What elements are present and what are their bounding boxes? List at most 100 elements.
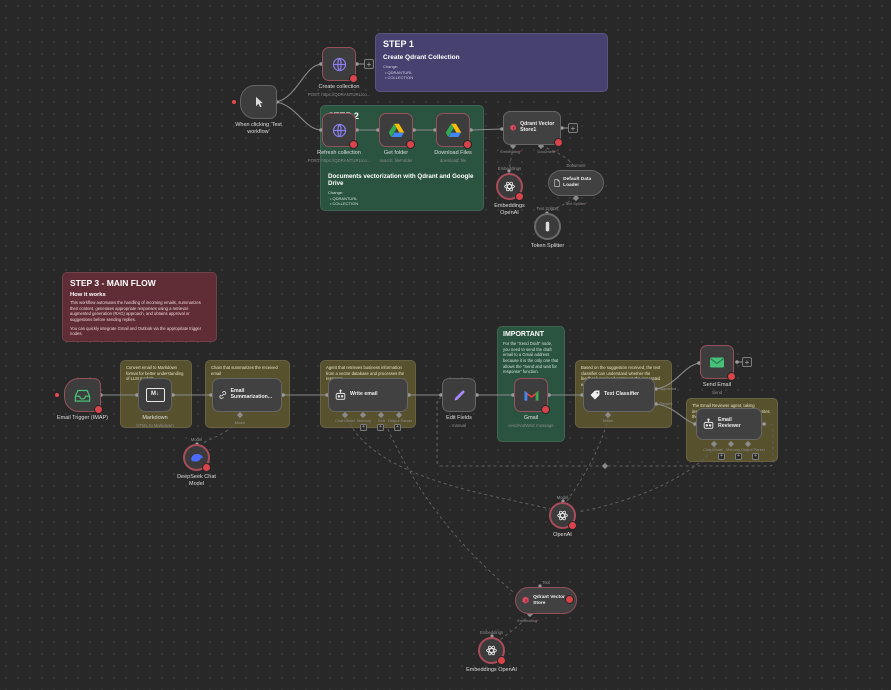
gmail-icon [523, 388, 540, 402]
output-label-rework: Rework [659, 401, 672, 406]
error-badge [497, 656, 506, 665]
connector-label-model: Model [603, 418, 614, 423]
connector-label-output-parser: Output Parser [741, 447, 765, 452]
node-label: Embeddings OpenAI [462, 667, 522, 674]
node-create-collection[interactable]: Create collectionPOST: https://QDRANTURL… [322, 47, 356, 81]
connector-label-tool: Tool [377, 418, 384, 423]
add-node-endpoint[interactable]: + [742, 357, 752, 367]
markdown-icon: M↓ [146, 388, 165, 402]
openai-icon [485, 644, 498, 657]
connector-label-memory: Memory [357, 418, 371, 423]
node-embeddings-openai-bottom[interactable]: Embeddings Embeddings OpenAI [478, 637, 505, 664]
error-badge [565, 595, 574, 604]
node-label: OpenAI [543, 532, 583, 539]
node-label: Download Filesdownload: file [420, 150, 486, 163]
add-subnode-endpoint[interactable]: + [735, 453, 742, 460]
node-label: MarkdownHTML to Markdown [122, 415, 188, 428]
envelope-icon [709, 356, 725, 369]
error-badge [406, 140, 415, 149]
whale-icon [190, 452, 204, 463]
connector-label-embeddings: Embeddings [498, 166, 521, 171]
node-send-email[interactable]: Send EmailSend [700, 345, 734, 379]
add-subnode-endpoint[interactable]: + [377, 424, 384, 431]
openai-icon [503, 180, 516, 193]
node-openai[interactable]: Model OpenAI [549, 502, 576, 529]
node-token-splitter[interactable]: Text Splitter Token Splitter [534, 213, 561, 240]
connector-label-memory: Memory [726, 447, 740, 452]
robot-icon [334, 389, 347, 401]
node-write-email[interactable]: Write email [328, 378, 408, 412]
file-icon [554, 178, 560, 188]
node-label: Edit Fieldsmanual [426, 415, 492, 428]
node-label: Embeddings OpenAI [487, 203, 533, 217]
node-get-folder[interactable]: Get foldersearch: fileFolder [379, 113, 413, 147]
add-subnode-endpoint[interactable]: + [752, 453, 759, 460]
connector-label-chat-model: Chat Model [335, 418, 355, 423]
connector-label-embedding: Embedding* [500, 149, 521, 154]
connector-label-model: Model [191, 437, 202, 442]
node-embeddings-openai-top[interactable]: Embeddings Embeddings OpenAI [496, 173, 523, 200]
connector-label-embeddings: Embeddings [480, 630, 503, 635]
qdrant-icon [509, 122, 517, 134]
error-badge [349, 140, 358, 149]
error-badge [568, 521, 577, 530]
connector-label-output-parser: Output Parser [388, 418, 412, 423]
error-badge [349, 74, 358, 83]
node-download-files[interactable]: Download Filesdownload: file [436, 113, 470, 147]
node-default-data-loader[interactable]: Default Data Loader Document [548, 170, 604, 196]
node-edit-fields[interactable]: Edit Fieldsmanual [442, 378, 476, 412]
globe-icon [331, 56, 348, 73]
add-subnode-endpoint[interactable]: + [360, 424, 367, 431]
node-manual-trigger[interactable]: When clicking 'Test workflow' [240, 85, 277, 119]
node-qdrant-vector-store[interactable]: Qdrant Vector Store Tool [515, 587, 577, 614]
error-badge [541, 405, 550, 414]
connector-label-model: Model [557, 495, 568, 500]
node-qdrant-vector-store1[interactable]: Qdrant Vector Store1 [503, 111, 561, 145]
node-label: DeepSeek Chat Model [172, 474, 222, 488]
inbox-icon [74, 388, 91, 403]
add-subnode-endpoint[interactable]: + [394, 424, 401, 431]
n8n-workflow-canvas[interactable]: { "stickies": { "step1": {"title":"STEP … [0, 0, 891, 690]
output-label-approved: Approved [660, 386, 677, 391]
node-label: GmailsendAndWait: message [498, 415, 564, 428]
node-refresh-collection[interactable]: Refresh collectionPOST: https://QDRANTUR… [322, 113, 356, 147]
pencil-icon [452, 388, 467, 403]
node-gmail[interactable]: GmailsendAndWait: message [514, 378, 548, 412]
connector-label-text-splitter: Text Splitter* [565, 201, 587, 206]
node-text-classifier[interactable]: Text Classifier [583, 378, 655, 412]
node-label: Token Splitter [525, 243, 571, 250]
node-title: Write email [350, 392, 378, 398]
node-title: Default Data Loader [563, 177, 598, 188]
node-title: Text Classifier [604, 392, 639, 398]
error-badge [94, 405, 103, 414]
connector-label-document: Document [566, 163, 585, 168]
connector-label-tool: Tool [542, 580, 550, 585]
connections-layer [0, 0, 891, 690]
error-badge [554, 138, 563, 147]
openai-icon [556, 509, 569, 522]
robot-icon [702, 418, 715, 430]
node-email-summarization[interactable]: Email Summarization... [212, 378, 282, 412]
add-node-endpoint[interactable]: + [364, 59, 374, 69]
node-email-reviewer[interactable]: Email Reviewer [696, 408, 762, 440]
trigger-issue-dot [232, 100, 236, 104]
tag-icon [589, 389, 601, 401]
connector-label-model: Model [235, 420, 246, 425]
node-email-trigger-imap[interactable]: Email Trigger (IMAP) [64, 378, 101, 412]
node-title: Email Summarization... [231, 389, 276, 401]
connector-label-text-splitter: Text Splitter [537, 206, 559, 211]
connector-label-embedding: Embedding* [517, 618, 538, 623]
node-label: Create collectionPOST: https://QDRANTURL… [306, 84, 372, 97]
globe-icon [331, 122, 348, 139]
error-badge [463, 140, 472, 149]
node-title: Qdrant Vector Store1 [520, 122, 555, 134]
add-subnode-endpoint[interactable]: + [718, 453, 725, 460]
chain-icon [218, 389, 228, 401]
node-label: When clicking 'Test workflow' [226, 122, 292, 136]
node-markdown[interactable]: M↓ MarkdownHTML to Markdown [138, 378, 172, 412]
cursor-icon [251, 95, 266, 110]
node-title: Email Reviewer [718, 418, 756, 430]
google-drive-icon [388, 122, 405, 139]
add-node-endpoint[interactable]: + [568, 123, 578, 133]
node-deepseek-chat-model[interactable]: Model DeepSeek Chat Model [183, 444, 210, 471]
